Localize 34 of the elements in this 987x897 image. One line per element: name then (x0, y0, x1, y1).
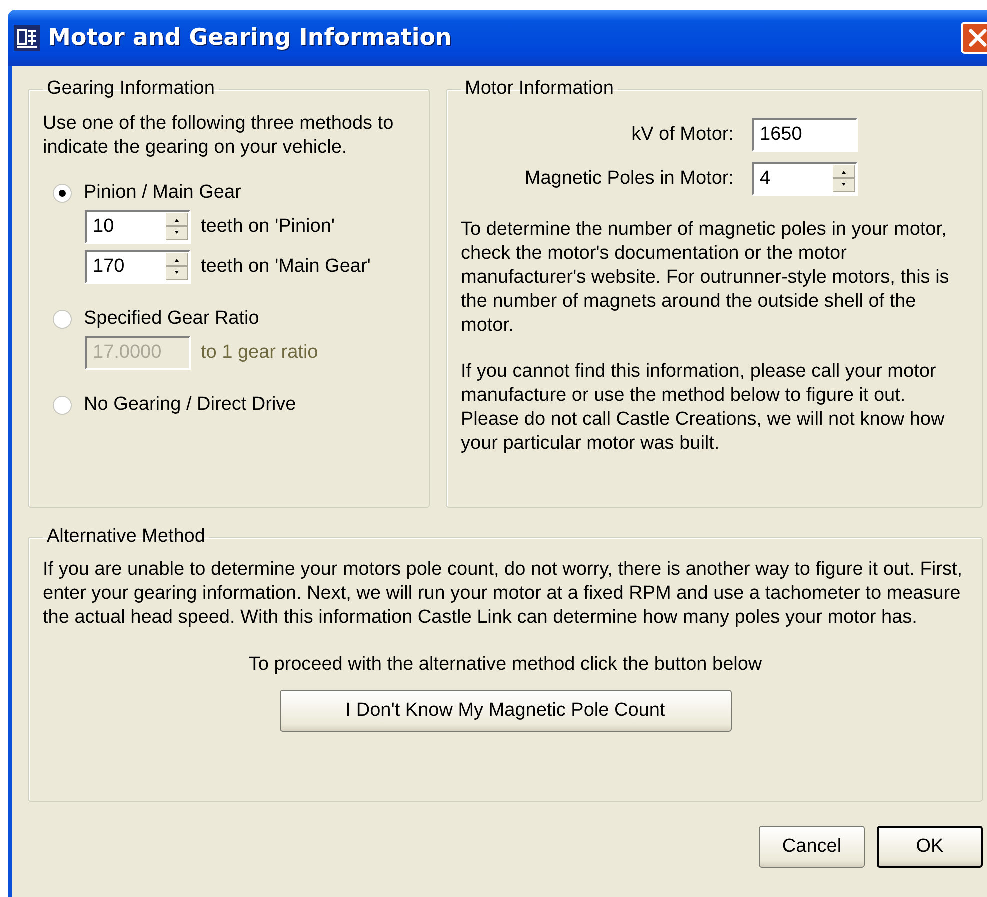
spin-field[interactable]: 4 (752, 162, 858, 196)
radio-label: Specified Gear Ratio (84, 308, 260, 330)
kv-field[interactable]: 1650 (752, 118, 858, 152)
prompt-text: To proceed with the alternative method click the button below (248, 654, 764, 676)
close-button[interactable] (961, 22, 987, 54)
info-paragraph: If you are unable to determine your motors pole count, do not worry, there is another way to figure it out. First, enter your gearing information. Next, we will run your motor at a fixed RPM and use a tachometer to measure the actual head speed. With this information Castle Link can determine how many poles your motor has. (43, 558, 964, 630)
spin-arrows-icon[interactable] (166, 253, 188, 281)
field-unit: to 1 gear ratio (201, 342, 318, 364)
radio-label: No Gearing / Direct Drive (84, 394, 296, 416)
group-title: Alternative Method (46, 526, 206, 548)
dialog-button[interactable]: Cancel (759, 826, 865, 868)
radio-label: Pinion / Main Gear (84, 182, 242, 204)
radio-option[interactable]: Pinion / Main Gear (53, 182, 415, 204)
pole-count-button[interactable]: I Don't Know My Magnetic Pole Count (280, 690, 732, 732)
field-unit: teeth on 'Main Gear' (201, 256, 371, 278)
spin-arrows-icon[interactable] (166, 213, 188, 241)
instruction-text: Use one of the following three methods to indicate the gearing on your vehicle. (43, 112, 395, 160)
spin-arrows-icon[interactable] (833, 165, 855, 193)
info-paragraph: To determine the number of magnetic poles in your motor, check the motor's documentation or the motor manufacturer's website. For outrunner-style motors, this is the number of magnets around the outside shell of the motor. (461, 218, 950, 338)
field-unit: teeth on 'Pinion' (201, 216, 336, 238)
field-label: kV of Motor: (632, 124, 734, 146)
dialog-button[interactable]: OK (877, 826, 983, 868)
group-title: Motor Information (464, 78, 615, 100)
app-icon (14, 25, 40, 51)
radio-option[interactable]: No Gearing / Direct Drive (53, 394, 415, 416)
radio-button[interactable] (53, 396, 72, 414)
window-title: Motor and Gearing Information (48, 25, 453, 51)
info-paragraph: If you cannot find this information, please call your motor manufacture or use the method below to figure it out. Please do not call Castle Creations, we will not know how your particular motor was built. (461, 360, 946, 456)
close-icon (967, 27, 987, 49)
group-title: Gearing Information (46, 78, 216, 100)
radio-button[interactable] (53, 184, 72, 202)
field-label: Magnetic Poles in Motor: (524, 168, 734, 190)
spin-field[interactable]: 10 (85, 210, 191, 244)
spin-field[interactable]: 170 (85, 250, 191, 284)
